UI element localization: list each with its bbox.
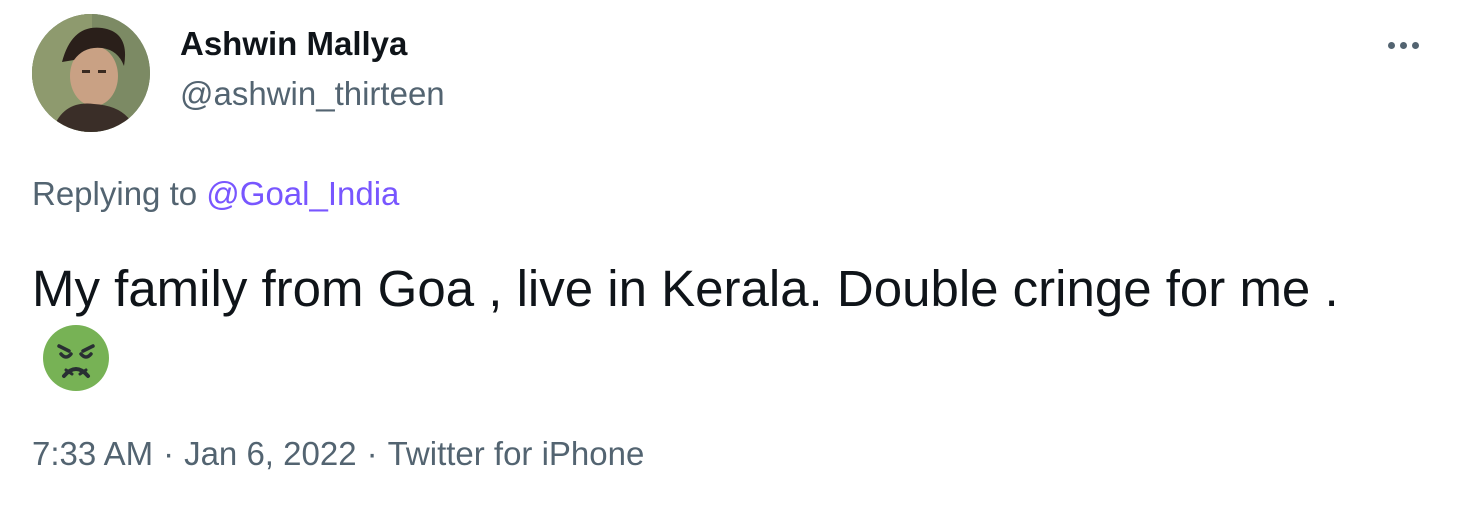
meta-separator: · [366,435,378,472]
nauseated-face-icon [42,324,110,392]
tweet-body: My family from Goa , live in Kerala. Dou… [32,260,1339,317]
avatar[interactable] [32,14,150,132]
reply-mention-link[interactable]: @Goal_India [206,175,399,212]
avatar-photo-icon [32,14,150,132]
more-options-button[interactable] [1378,28,1428,62]
tweet-card: Ashwin Mallya @ashwin_thirteen Replying … [0,0,1460,513]
tweet-time[interactable]: 7:33 AM [32,435,153,472]
ellipsis-icon [1399,41,1407,49]
tweet-date[interactable]: Jan 6, 2022 [184,435,356,472]
tweet-source[interactable]: Twitter for iPhone [388,435,645,472]
author-handle[interactable]: @ashwin_thirteen [180,74,445,114]
meta-separator: · [163,435,175,472]
author-display-name[interactable]: Ashwin Mallya [180,24,407,64]
replying-to-label: Replying to [32,175,198,212]
tweet-text: My family from Goa , live in Kerala. Dou… [32,254,1412,396]
ellipsis-icon [1387,41,1395,49]
replying-to: Replying to @Goal_India [32,174,399,214]
ellipsis-icon [1411,41,1419,49]
tweet-meta: 7:33 AM · Jan 6, 2022 · Twitter for iPhone [32,434,644,474]
